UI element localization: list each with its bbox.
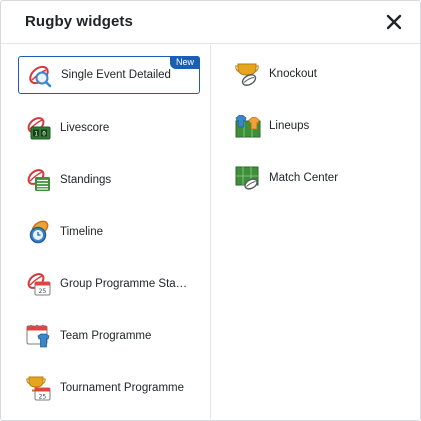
widget-label: Match Center — [269, 172, 339, 184]
new-badge: New — [169, 56, 200, 69]
dialog-title: Rugby widgets — [25, 13, 133, 30]
calendar-jersey-icon — [26, 323, 52, 349]
rugby-ball-scoreboard-icon: 1 0 — [26, 115, 52, 141]
widget-livescore[interactable]: 1 0 Livescore — [26, 109, 201, 147]
rugby-ball-calendar-icon: 25 — [26, 271, 52, 297]
widget-match-center[interactable]: Match Center — [235, 159, 405, 197]
widget-lineups[interactable]: Lineups — [235, 107, 405, 145]
widget-single-event-detailed[interactable]: Single Event Detailed New — [18, 56, 200, 94]
trophy-ball-icon — [235, 61, 261, 87]
svg-text:1: 1 — [34, 131, 38, 138]
trophy-calendar-icon: 25 — [26, 375, 52, 401]
svg-text:25: 25 — [39, 394, 47, 401]
widget-group-programme-standings[interactable]: 25 Group Programme Sta… — [26, 265, 196, 303]
dialog-header: Rugby widgets — [1, 1, 420, 44]
widget-label: Tournament Programme — [60, 382, 184, 394]
rugby-ball-table-icon — [26, 167, 52, 193]
widget-standings[interactable]: Standings — [26, 161, 201, 199]
widget-knockout[interactable]: Knockout — [235, 55, 405, 93]
rugby-ball-clock-icon — [26, 219, 52, 245]
close-icon[interactable] — [384, 12, 404, 32]
widgets-dialog: Rugby widgets Single Event Detailed New — [0, 0, 421, 421]
widget-team-programme[interactable]: Team Programme — [26, 317, 201, 355]
jerseys-pitch-icon — [235, 113, 261, 139]
widget-label: Standings — [60, 174, 112, 186]
svg-text:25: 25 — [39, 288, 47, 295]
column-divider — [210, 45, 211, 419]
widget-label: Team Programme — [60, 330, 152, 342]
widget-label: Single Event Detailed — [61, 69, 171, 81]
widget-tournament-programme[interactable]: 25 Tournament Programme — [26, 369, 201, 407]
rugby-ball-search-icon — [27, 62, 53, 88]
widget-label: Timeline — [60, 226, 104, 238]
widget-label: Group Programme Sta… — [60, 278, 188, 290]
pitch-ball-icon — [235, 165, 261, 191]
widget-label: Livescore — [60, 122, 110, 134]
widget-label: Knockout — [269, 68, 317, 80]
svg-text:0: 0 — [42, 131, 46, 138]
widget-timeline[interactable]: Timeline — [26, 213, 201, 251]
widget-label: Lineups — [269, 120, 310, 132]
